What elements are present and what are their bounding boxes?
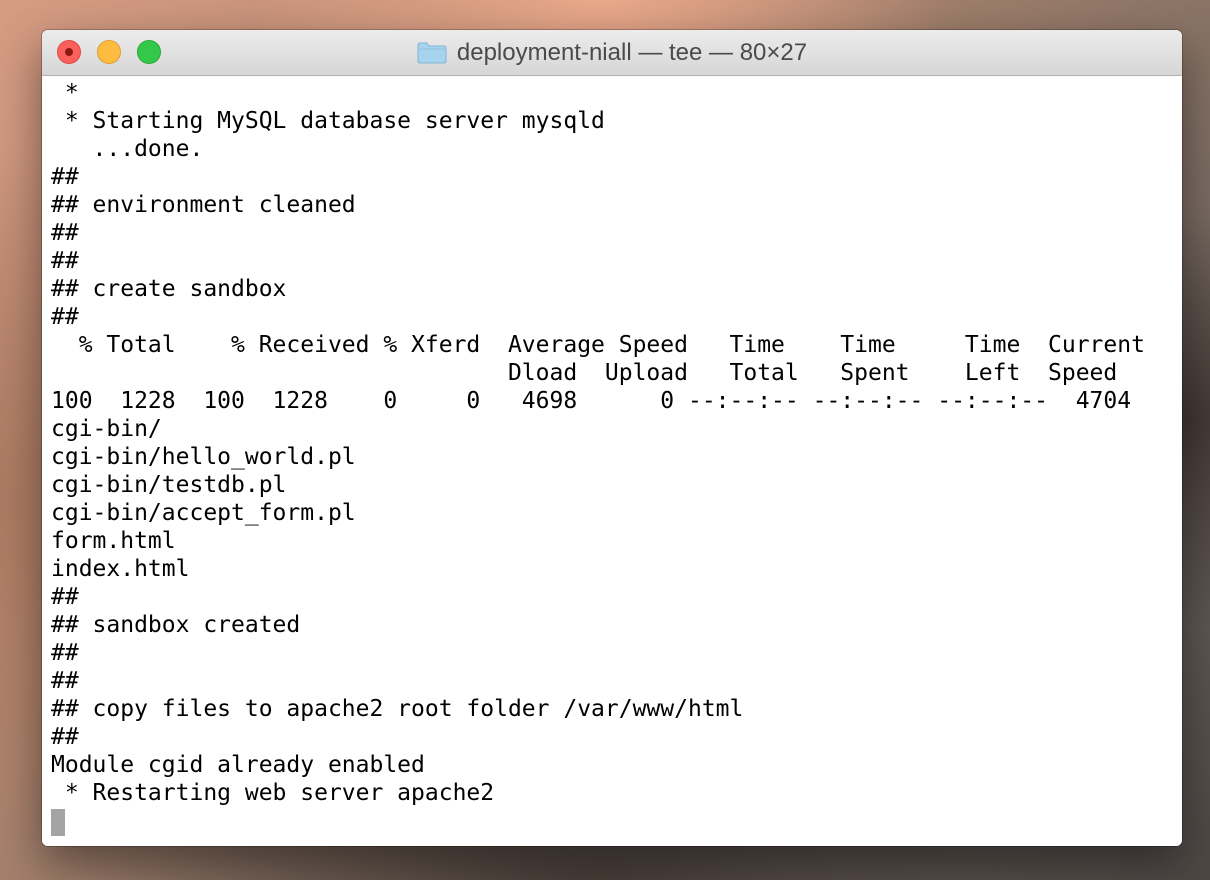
terminal-line: ## bbox=[51, 584, 79, 610]
terminal-line: ## copy files to apache2 root folder /va… bbox=[51, 696, 744, 722]
terminal-window: deployment-niall — tee — 80×27 * * Start… bbox=[42, 30, 1182, 846]
terminal-line: cgi-bin/hello_world.pl bbox=[51, 444, 356, 470]
terminal-line: ## bbox=[51, 164, 79, 190]
terminal-line: index.html bbox=[51, 556, 190, 582]
terminal-line: ## create sandbox bbox=[51, 276, 287, 302]
terminal-line: ## bbox=[51, 640, 79, 666]
terminal-output[interactable]: * * Starting MySQL database server mysql… bbox=[42, 76, 1182, 846]
terminal-line: Dload Upload Total Spent Left Speed bbox=[51, 360, 1118, 386]
terminal-line: * Starting MySQL database server mysqld bbox=[51, 108, 605, 134]
terminal-line: ## environment cleaned bbox=[51, 192, 356, 218]
terminal-line: * Restarting web server apache2 bbox=[51, 780, 495, 806]
terminal-line: ## bbox=[51, 248, 79, 274]
terminal-line: form.html bbox=[51, 528, 176, 554]
terminal-line: 100 1228 100 1228 0 0 4698 0 --:--:-- --… bbox=[51, 388, 1132, 414]
window-title-container: deployment-niall — tee — 80×27 bbox=[42, 30, 1182, 75]
terminal-line: * bbox=[51, 80, 79, 106]
terminal-line: % Total % Received % Xferd Average Speed… bbox=[51, 332, 1145, 358]
terminal-line: ## bbox=[51, 220, 79, 246]
terminal-line: ## sandbox created bbox=[51, 612, 301, 638]
title-bar[interactable]: deployment-niall — tee — 80×27 bbox=[42, 30, 1182, 76]
folder-icon bbox=[417, 42, 447, 63]
terminal-line: ## bbox=[51, 304, 79, 330]
terminal-prompt-line bbox=[51, 807, 1182, 836]
terminal-line: ## bbox=[51, 668, 79, 694]
terminal-line: cgi-bin/accept_form.pl bbox=[51, 500, 356, 526]
terminal-line: cgi-bin/ bbox=[51, 416, 162, 442]
terminal-line: Module cgid already enabled bbox=[51, 752, 425, 778]
terminal-line: cgi-bin/testdb.pl bbox=[51, 472, 287, 498]
terminal-line: ## bbox=[51, 724, 79, 750]
window-title: deployment-niall — tee — 80×27 bbox=[456, 38, 808, 66]
terminal-line: ...done. bbox=[51, 136, 204, 162]
text-cursor bbox=[51, 809, 65, 836]
